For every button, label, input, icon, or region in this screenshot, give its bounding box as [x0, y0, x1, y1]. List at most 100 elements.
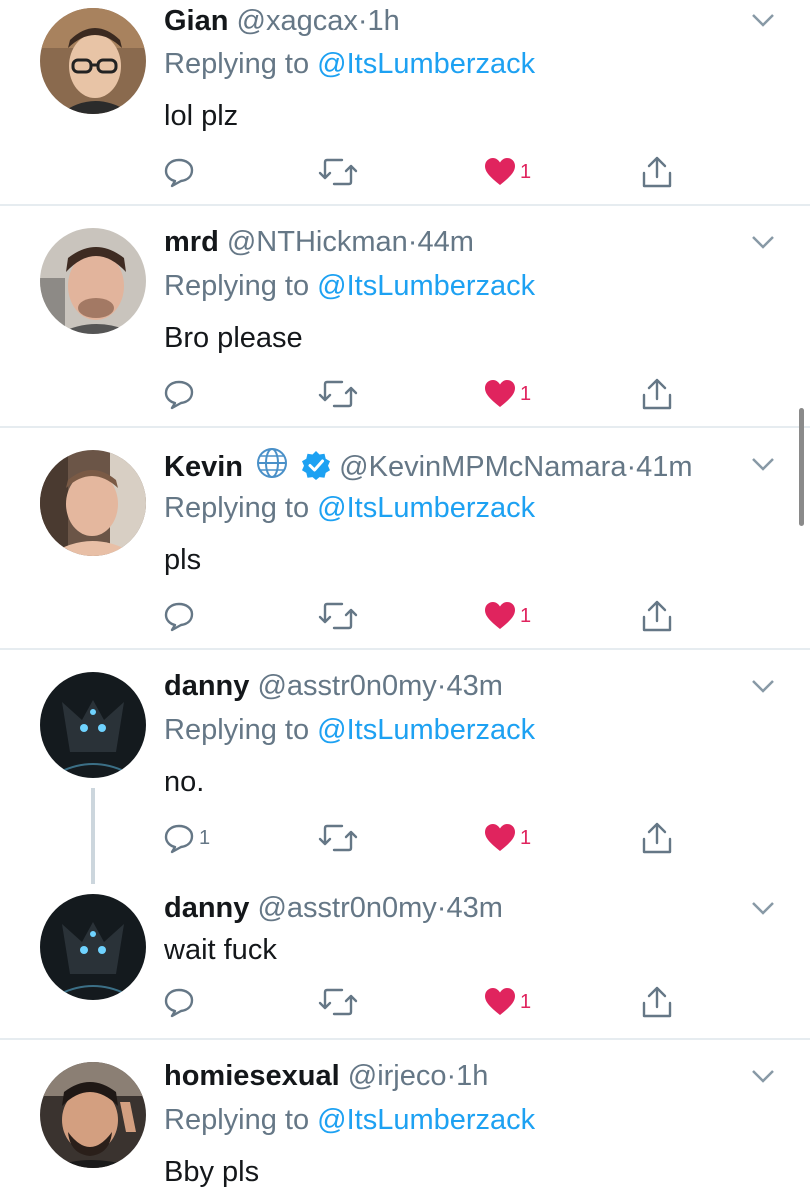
reply-button[interactable]	[163, 596, 199, 636]
heart-icon	[485, 824, 515, 851]
retweet-button[interactable]	[318, 982, 358, 1022]
mention-link[interactable]: @ItsLumberzack	[317, 1104, 535, 1136]
display-name[interactable]: mrd	[164, 226, 219, 258]
share-button[interactable]	[641, 152, 673, 192]
like-button[interactable]: 1	[484, 818, 531, 858]
retweet-button[interactable]	[318, 152, 358, 192]
reply-button[interactable]	[163, 982, 199, 1022]
mention-link[interactable]: @ItsLumberzack	[317, 492, 535, 524]
display-name[interactable]: danny	[164, 670, 249, 702]
timestamp[interactable]: 41m	[636, 451, 692, 483]
handle[interactable]: @asstr0n0my	[257, 670, 436, 702]
replying-to: Replying to @ItsLumberzack	[164, 1102, 535, 1138]
tweet[interactable]: Kevin @KevinMPMcNamara·41m Replying to @…	[0, 428, 810, 648]
tweet-text: pls	[164, 544, 202, 576]
chevron-down-icon[interactable]	[750, 234, 776, 250]
mention-link[interactable]: @ItsLumberzack	[317, 714, 535, 746]
like-count: 1	[520, 160, 532, 183]
timestamp[interactable]: 43m	[446, 670, 502, 702]
handle[interactable]: @asstr0n0my	[257, 892, 436, 924]
like-button[interactable]: 1	[484, 152, 531, 192]
avatar[interactable]	[40, 8, 146, 114]
tweet-header: danny @asstr0n0my·43m	[164, 668, 503, 704]
tweet[interactable]: mrd @NTHickman·44m Replying to @ItsLumbe…	[0, 206, 810, 426]
heart-icon	[485, 380, 515, 407]
share-button[interactable]	[641, 818, 673, 858]
replying-to-label: Replying to	[164, 714, 310, 746]
reply-count: 1	[199, 826, 211, 849]
reply-button[interactable]: 1	[163, 818, 210, 858]
handle[interactable]: @xagcax	[237, 5, 358, 37]
tweet[interactable]: homiesexual @irjeco·1h Replying to @ItsL…	[0, 1040, 810, 1200]
tweet-actions: 1	[0, 152, 810, 192]
chevron-down-icon[interactable]	[750, 456, 776, 472]
tweet[interactable]: danny @asstr0n0my·43m wait fuck 1	[0, 872, 810, 1038]
reply-icon	[164, 602, 194, 632]
retweet-icon	[318, 824, 358, 852]
separator: ·	[446, 1060, 457, 1092]
retweet-button[interactable]	[318, 374, 358, 414]
tweet-text: wait fuck	[164, 934, 277, 966]
avatar[interactable]	[40, 1062, 146, 1168]
tweet-actions: 1 1	[0, 818, 810, 858]
share-icon	[642, 986, 672, 1018]
replying-to: Replying to @ItsLumberzack	[164, 490, 535, 526]
mention-link[interactable]: @ItsLumberzack	[317, 48, 535, 80]
tweet-header: Gian @xagcax·1h	[164, 3, 400, 39]
handle[interactable]: @NTHickman	[227, 226, 408, 258]
display-name[interactable]: Gian	[164, 5, 228, 37]
retweet-button[interactable]	[318, 818, 358, 858]
tweet-actions: 1	[0, 374, 810, 414]
like-button[interactable]: 1	[484, 596, 531, 636]
chevron-down-icon[interactable]	[750, 1068, 776, 1084]
replying-to-label: Replying to	[164, 1104, 310, 1136]
replying-to-label: Replying to	[164, 48, 310, 80]
handle[interactable]: @KevinMPMcNamara	[339, 451, 626, 483]
avatar[interactable]	[40, 672, 146, 778]
mention-link[interactable]: @ItsLumberzack	[317, 270, 535, 302]
share-button[interactable]	[641, 596, 673, 636]
scrollbar[interactable]	[799, 408, 804, 526]
globe-icon	[257, 448, 288, 478]
share-button[interactable]	[641, 374, 673, 414]
tweet[interactable]: danny @asstr0n0my·43m Replying to @ItsLu…	[0, 650, 810, 870]
retweet-icon	[318, 158, 358, 186]
retweet-icon	[318, 602, 358, 630]
retweet-icon	[318, 380, 358, 408]
replying-to: Replying to @ItsLumberzack	[164, 46, 535, 82]
reply-button[interactable]	[163, 152, 199, 192]
tweet-text: no.	[164, 766, 205, 798]
avatar[interactable]	[40, 450, 146, 556]
timestamp[interactable]: 1h	[368, 5, 400, 37]
timestamp[interactable]: 44m	[417, 226, 473, 258]
tweet-header: mrd @NTHickman·44m	[164, 224, 474, 260]
heart-icon	[485, 602, 515, 629]
like-count: 1	[520, 990, 532, 1013]
chevron-down-icon[interactable]	[750, 678, 776, 694]
display-name[interactable]: Kevin	[164, 451, 243, 483]
tweet-header: homiesexual @irjeco·1h	[164, 1058, 488, 1094]
timestamp[interactable]: 1h	[456, 1060, 488, 1092]
share-button[interactable]	[641, 982, 673, 1022]
tweet-header: Kevin @KevinMPMcNamara·41m	[164, 446, 693, 485]
tweet-text: Bro please	[164, 322, 303, 354]
timestamp[interactable]: 43m	[446, 892, 502, 924]
share-icon	[642, 378, 672, 410]
chevron-down-icon[interactable]	[750, 900, 776, 916]
replying-to: Replying to @ItsLumberzack	[164, 268, 535, 304]
retweet-button[interactable]	[318, 596, 358, 636]
tweet[interactable]: Gian @xagcax·1h Replying to @ItsLumberza…	[0, 0, 810, 205]
handle[interactable]: @irjeco	[348, 1060, 447, 1092]
share-icon	[642, 600, 672, 632]
display-name[interactable]: homiesexual	[164, 1060, 340, 1092]
separator: ·	[626, 451, 637, 483]
separator: ·	[357, 5, 368, 37]
like-button[interactable]: 1	[484, 374, 531, 414]
share-icon	[642, 156, 672, 188]
chevron-down-icon[interactable]	[750, 12, 776, 28]
reply-button[interactable]	[163, 374, 199, 414]
avatar[interactable]	[40, 228, 146, 334]
display-name[interactable]: danny	[164, 892, 249, 924]
like-count: 1	[520, 604, 532, 627]
like-button[interactable]: 1	[484, 982, 531, 1022]
